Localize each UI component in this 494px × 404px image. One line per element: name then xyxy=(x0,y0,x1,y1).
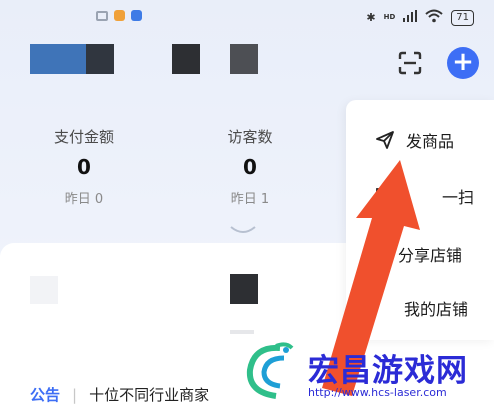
shop-info-censored xyxy=(230,44,258,74)
menu-item-label: 一扫 xyxy=(442,188,475,207)
stat-value: 0 xyxy=(77,155,91,179)
signal-hd-label: HD xyxy=(383,13,396,21)
card-item-censored xyxy=(30,276,58,304)
stat-visitors[interactable]: 访客数 0 昨日 1 xyxy=(195,126,305,207)
menu-item-post-product[interactable]: 发商品 xyxy=(346,120,494,160)
bluetooth-icon: ✱ xyxy=(366,11,376,24)
menu-item-my-store[interactable]: 我的店铺 xyxy=(346,288,494,328)
notice-tag: 公告 xyxy=(30,386,61,404)
scan-icon[interactable] xyxy=(397,50,423,76)
system-icons: ✱ HD 71 xyxy=(366,9,474,26)
status-bar: ✱ HD 71 xyxy=(0,0,494,36)
menu-item-scan[interactable]: 一扫 xyxy=(346,176,494,216)
menu-item-label: 发商品 xyxy=(406,132,455,151)
app-notification-icon xyxy=(131,10,142,21)
scan-icon xyxy=(374,185,396,207)
notification-icons xyxy=(96,10,142,21)
card-item-censored xyxy=(230,274,258,304)
menu-item-share-store[interactable]: 分享店铺 xyxy=(346,234,494,274)
menu-item-label: 我的店铺 xyxy=(404,300,469,319)
wifi-icon xyxy=(425,9,443,26)
expand-chevron-icon[interactable] xyxy=(229,220,257,233)
stat-payment-amount[interactable]: 支付金额 0 昨日 0 xyxy=(29,126,139,207)
menu-item-label: 分享店铺 xyxy=(398,246,463,265)
watermark-url: http://www.hcs-laser.com xyxy=(308,386,447,399)
share-icon xyxy=(374,243,396,265)
quick-action-menu: 发商品 一扫 分享店铺 我的店铺 xyxy=(346,100,494,340)
battery-indicator: 71 xyxy=(451,9,474,26)
stat-label: 支付金额 xyxy=(53,128,114,146)
stat-yesterday: 昨日 1 xyxy=(230,192,270,207)
app-notification-icon xyxy=(114,10,125,21)
add-button[interactable]: + xyxy=(447,47,479,79)
notice-text: 十位不同行业商家 xyxy=(89,386,210,404)
watermark-logo-icon xyxy=(246,342,294,399)
stat-yesterday: 昨日 0 xyxy=(64,192,104,207)
watermark-title: 宏昌游戏网 xyxy=(308,353,468,389)
notification-icon xyxy=(96,10,108,21)
notice-divider: | xyxy=(72,385,78,404)
shop-name-censored xyxy=(30,44,88,74)
card-item-censored xyxy=(230,330,254,334)
shop-name-censored xyxy=(86,44,114,74)
stat-label: 访客数 xyxy=(227,128,273,146)
stat-value: 0 xyxy=(243,155,257,179)
send-icon xyxy=(374,129,396,151)
signal-icon xyxy=(403,10,418,25)
shop-info-censored xyxy=(172,44,200,74)
notice-bar[interactable]: 公告 | 十位不同行业商家 xyxy=(30,384,209,404)
